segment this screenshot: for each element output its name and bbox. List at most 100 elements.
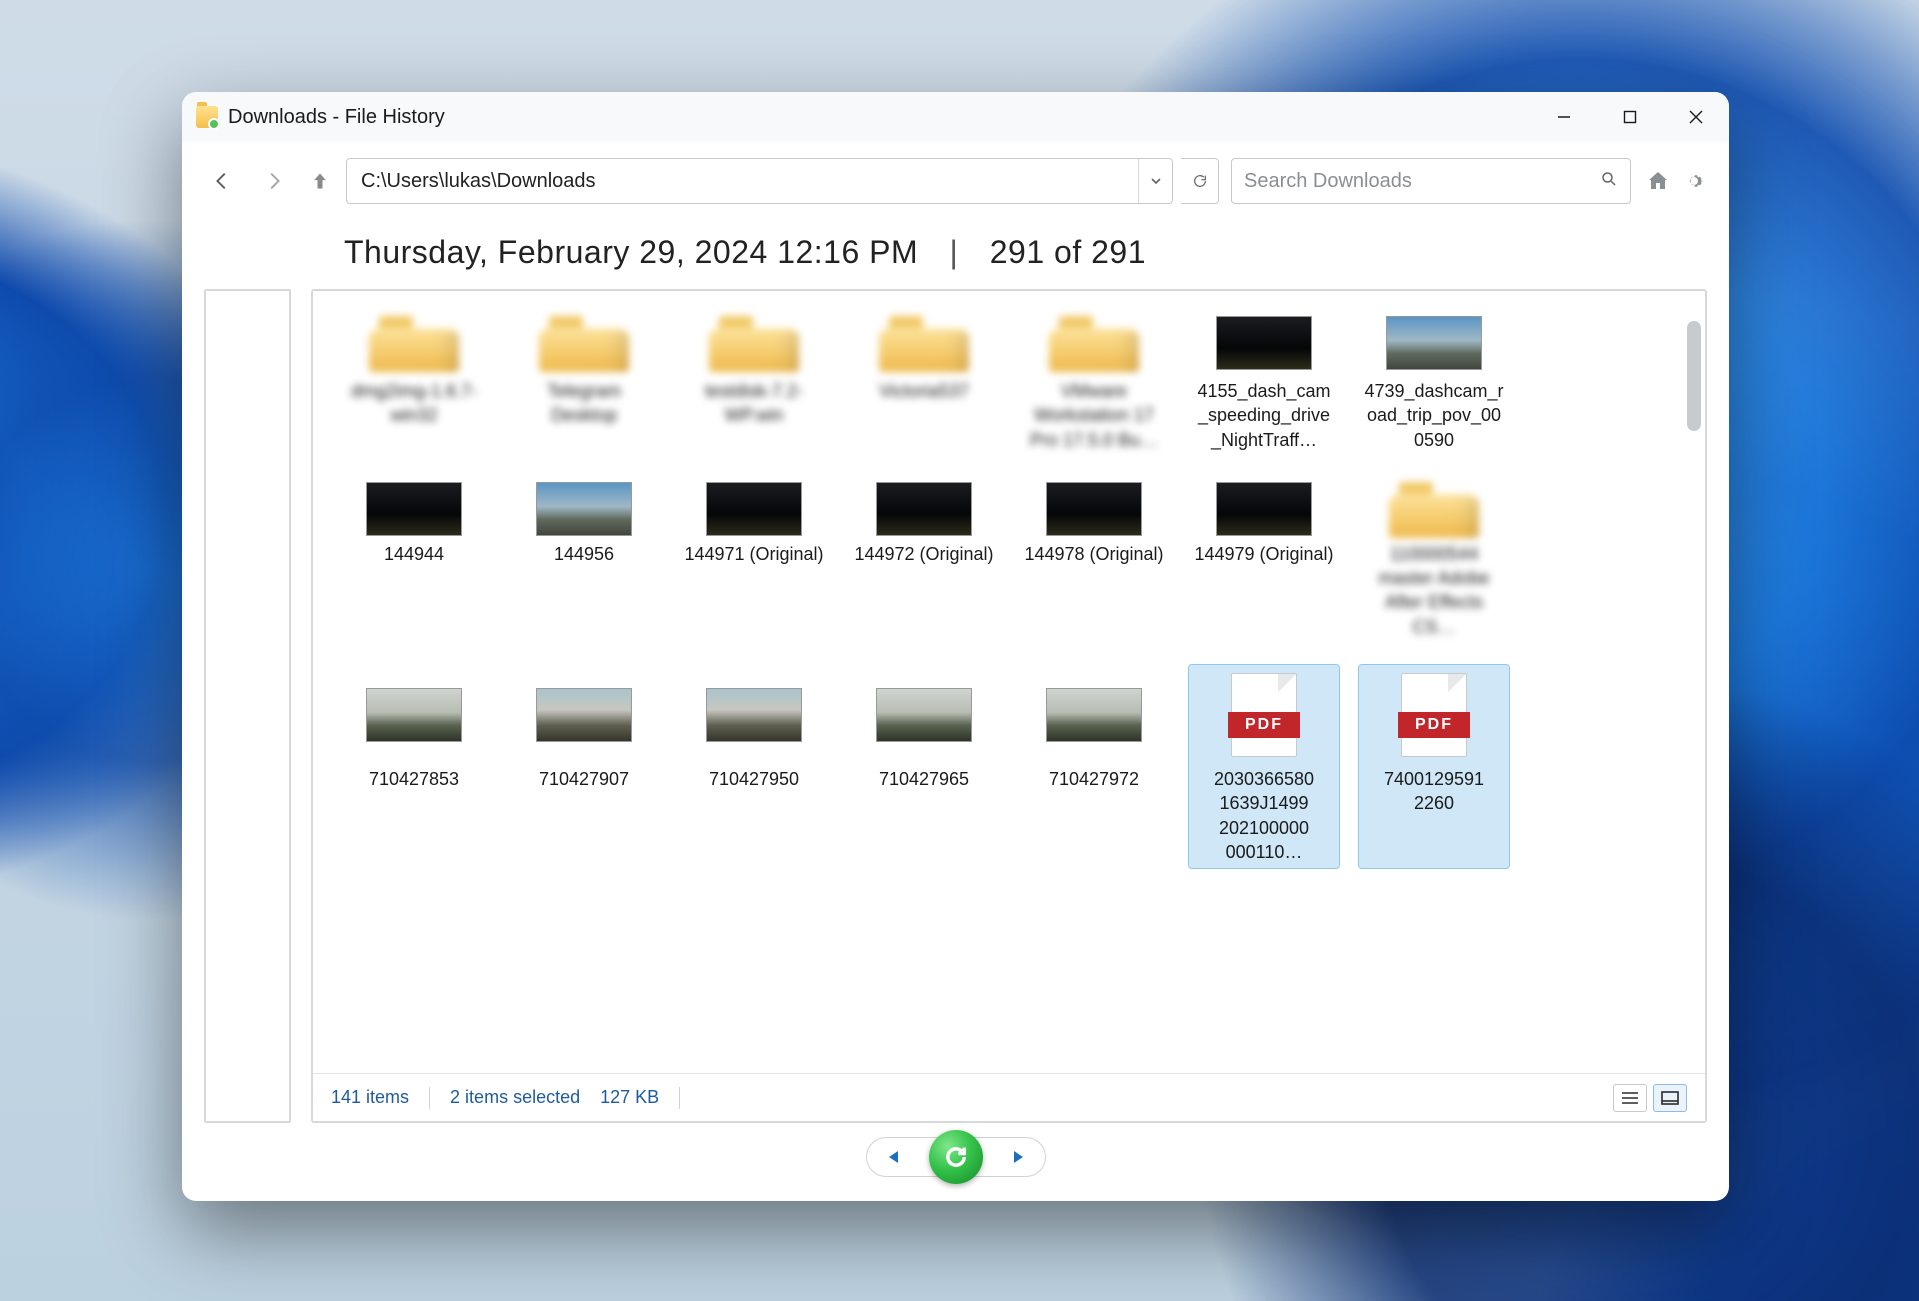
item-label: 4155_dash_cam_speeding_drive_NightTraff… (1194, 379, 1334, 452)
folder-icon (1389, 480, 1479, 538)
vertical-scrollbar[interactable] (1687, 321, 1701, 431)
home-button[interactable] (1643, 166, 1673, 196)
video-thumbnail (1216, 482, 1312, 536)
address-dropdown-button[interactable] (1138, 159, 1172, 203)
item-label: VMware Workstation 17 Pro 17.5.0 Bu… (1024, 379, 1164, 452)
item-label: Victoria537 (879, 379, 969, 403)
status-size: 127 KB (600, 1087, 659, 1108)
refresh-button[interactable] (1181, 158, 1219, 204)
video-thumbnail (536, 688, 632, 742)
video-item[interactable]: 710427907 (509, 665, 659, 868)
folder-item[interactable]: dmg2img-1.6.7-win32 (339, 309, 489, 456)
navigation-pane[interactable] (204, 289, 291, 1123)
item-label: dmg2img-1.6.7-win32 (344, 379, 484, 428)
item-label: 144979 (Original) (1194, 542, 1333, 566)
restore-button[interactable] (929, 1130, 983, 1184)
nav-back-button[interactable] (202, 161, 242, 201)
video-item[interactable]: 4739_dashcam_road_trip_pov_000590 (1359, 309, 1509, 456)
snapshot-datetime: Thursday, February 29, 2024 12:16 PM (344, 234, 918, 270)
video-item[interactable]: 144972 (Original) (849, 478, 999, 643)
video-item[interactable]: 710427965 (849, 665, 999, 868)
folder-item[interactable]: Victoria537 (849, 309, 999, 456)
folder-icon (1049, 314, 1139, 372)
pdf-item[interactable]: PDF 2030366580 1639J1499 202100000 000110… (1189, 665, 1339, 868)
item-label: 710427972 (1049, 767, 1139, 791)
address-bar[interactable] (346, 158, 1173, 204)
item-label: 710427853 (369, 767, 459, 791)
view-details-button[interactable] (1613, 1084, 1647, 1112)
item-label: testdisk-7.2-WP.win (684, 379, 824, 428)
navigation-controls (182, 1131, 1729, 1201)
video-item[interactable]: 710427853 (339, 665, 489, 868)
item-label: 710427965 (879, 767, 969, 791)
video-item[interactable]: 144944 (339, 478, 489, 643)
item-label: 2030366580 1639J1499 202100000 000110… (1194, 767, 1334, 864)
close-button[interactable] (1663, 92, 1729, 142)
folder-item[interactable]: 110000544 master Adobe After Effects CS… (1359, 478, 1509, 643)
video-item[interactable]: 144971 (Original) (679, 478, 829, 643)
item-label: 144978 (Original) (1024, 542, 1163, 566)
folder-item[interactable]: VMware Workstation 17 Pro 17.5.0 Bu… (1019, 309, 1169, 456)
folder-item[interactable]: Telegram Desktop (509, 309, 659, 456)
folder-icon (879, 314, 969, 372)
next-version-button[interactable] (1011, 1149, 1029, 1165)
minimize-button[interactable] (1531, 92, 1597, 142)
status-selection: 2 items selected (450, 1087, 580, 1108)
video-thumbnail (876, 688, 972, 742)
video-thumbnail (1216, 316, 1312, 370)
titlebar[interactable]: Downloads - File History (182, 92, 1729, 142)
video-item[interactable]: 710427972 (1019, 665, 1169, 868)
files-grid[interactable]: dmg2img-1.6.7-win32 Telegram Desktop testd… (313, 291, 1705, 1073)
pdf-icon: PDF (1231, 673, 1297, 757)
video-thumbnail (706, 482, 802, 536)
settings-button[interactable] (1679, 166, 1709, 196)
item-label: 710427907 (539, 767, 629, 791)
toolbar (182, 142, 1729, 220)
nav-up-button[interactable] (306, 167, 334, 195)
search-input[interactable] (1244, 170, 1590, 193)
main-content: Thursday, February 29, 2024 12:16 PM | 2… (182, 220, 1729, 1131)
video-thumbnail (366, 482, 462, 536)
status-item-count: 141 items (331, 1087, 409, 1108)
maximize-button[interactable] (1597, 92, 1663, 142)
folder-icon (369, 314, 459, 372)
window-icon (196, 106, 218, 128)
video-thumbnail (366, 688, 462, 742)
file-history-window: Downloads - File History (182, 92, 1729, 1201)
item-label: 7400129591 2260 (1364, 767, 1504, 816)
window-title: Downloads - File History (228, 106, 445, 129)
video-thumbnail (1046, 482, 1142, 536)
folder-icon (709, 314, 799, 372)
video-item[interactable]: 144956 (509, 478, 659, 643)
item-label: 4739_dashcam_road_trip_pov_000590 (1364, 379, 1504, 452)
view-tiles-button[interactable] (1653, 1084, 1687, 1112)
video-thumbnail (1386, 316, 1482, 370)
item-label: Telegram Desktop (514, 379, 654, 428)
search-icon (1600, 170, 1618, 193)
item-label: 144956 (554, 542, 614, 566)
search-box[interactable] (1231, 158, 1631, 204)
address-input[interactable] (347, 170, 1138, 193)
item-label: 144944 (384, 542, 444, 566)
snapshot-position: 291 of 291 (990, 234, 1146, 270)
pdf-icon: PDF (1401, 673, 1467, 757)
status-bar: 141 items 2 items selected 127 KB (313, 1073, 1705, 1121)
heading-separator: | (950, 234, 959, 270)
video-thumbnail (706, 688, 802, 742)
video-thumbnail (1046, 688, 1142, 742)
folder-item[interactable]: testdisk-7.2-WP.win (679, 309, 829, 456)
pdf-item[interactable]: PDF 7400129591 2260 (1359, 665, 1509, 868)
video-thumbnail (876, 482, 972, 536)
video-item[interactable]: 710427950 (679, 665, 829, 868)
item-label: 710427950 (709, 767, 799, 791)
nav-forward-button[interactable] (254, 161, 294, 201)
item-label: 144972 (Original) (854, 542, 993, 566)
video-thumbnail (536, 482, 632, 536)
item-label: 144971 (Original) (684, 542, 823, 566)
video-item[interactable]: 144979 (Original) (1189, 478, 1339, 643)
item-label: 110000544 master Adobe After Effects CS… (1364, 542, 1504, 639)
version-nav-pill (866, 1137, 1046, 1177)
previous-version-button[interactable] (883, 1149, 901, 1165)
video-item[interactable]: 144978 (Original) (1019, 478, 1169, 643)
video-item[interactable]: 4155_dash_cam_speeding_drive_NightTraff… (1189, 309, 1339, 456)
